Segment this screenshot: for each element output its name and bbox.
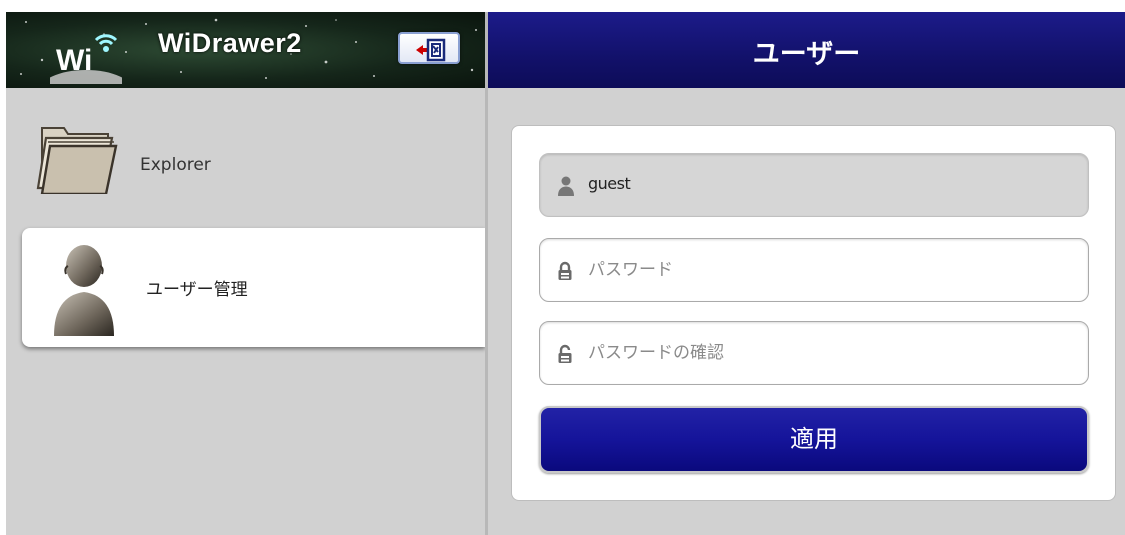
exit-icon [416,38,446,62]
password-confirm-field[interactable] [539,321,1089,385]
user-icon [558,176,574,196]
logout-button[interactable] [398,32,460,64]
page-title: ユーザー [752,39,861,70]
wifi-logo-icon: Wi [50,34,122,84]
username-value: guest [588,174,631,193]
sidebar-item-user-management[interactable]: ユーザー管理 [22,228,485,347]
app-window: Wi WiDrawer2 Explorer ユーザー管理 ユーザー guest … [6,12,1125,535]
apply-button-label: 適用 [790,425,838,453]
sidebar-item-label: Explorer [140,155,211,175]
password-confirm-input[interactable] [588,341,1068,365]
user-icon [54,245,114,336]
user-form: guest 適用 [511,125,1116,501]
password-field[interactable] [539,238,1089,302]
username-field: guest [539,153,1089,217]
main-panel: ユーザー guest 適用 [488,12,1125,535]
sidebar-item-label: ユーザー管理 [146,280,248,300]
logo-text: Wi [56,44,92,77]
sidebar-header: Wi WiDrawer2 [6,12,485,88]
app-title: WiDrawer2 [158,28,302,58]
main-header: ユーザー [488,12,1125,88]
password-input[interactable] [588,258,1068,282]
apply-button[interactable]: 適用 [539,406,1089,473]
lock-icon [558,261,572,280]
lock-open-icon [558,344,572,363]
sidebar-item-explorer[interactable]: Explorer [6,100,485,218]
sidebar: Wi WiDrawer2 Explorer ユーザー管理 [6,12,485,535]
folder-icon [36,127,118,194]
